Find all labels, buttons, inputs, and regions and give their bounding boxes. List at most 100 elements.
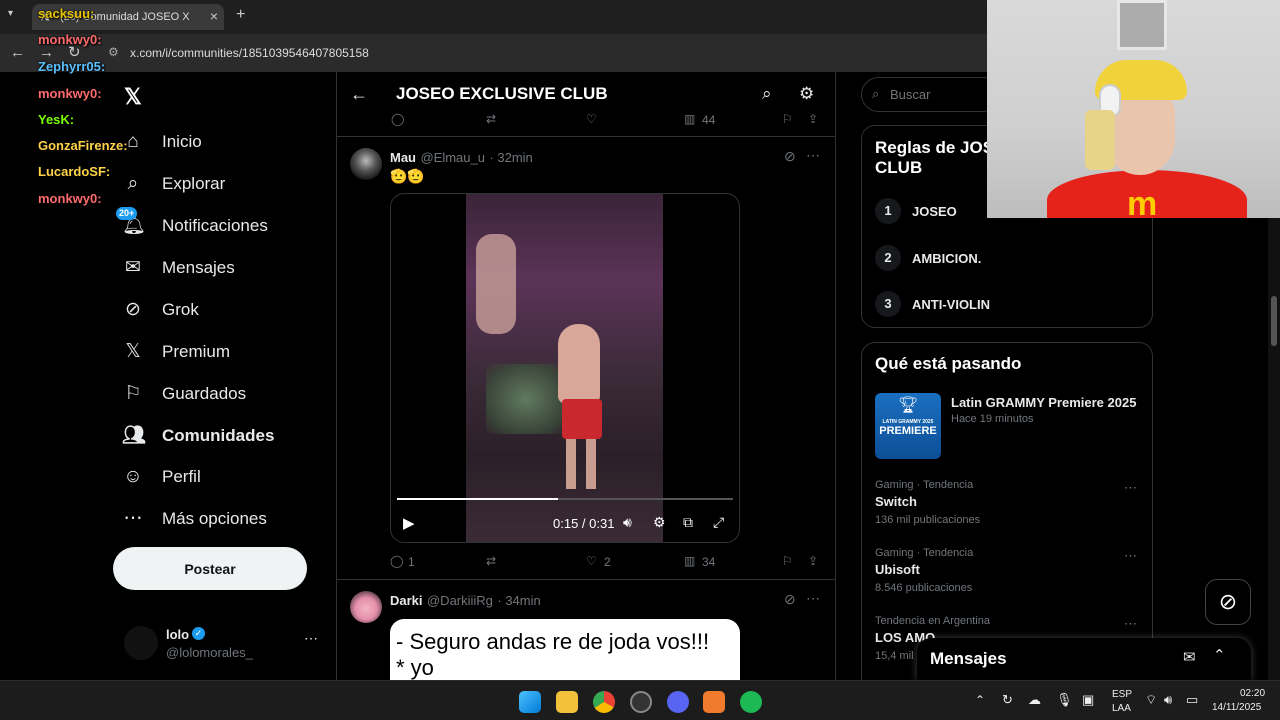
repost-icon[interactable]: ⇄ [486,554,496,568]
views-icon[interactable]: ▥ [684,554,695,568]
post-more-icon[interactable]: ⋯ [806,590,820,607]
chat-message: sacksuu: [38,6,94,21]
chrome-icon[interactable] [593,691,615,713]
clock-time[interactable]: 02:20 [1240,688,1265,699]
sidebar-item-inicio[interactable]: ⌂ Inicio [122,131,201,153]
discord-icon[interactable] [667,691,689,713]
new-tab-icon[interactable]: + [236,6,245,24]
post-time[interactable]: · 34min [497,593,540,608]
battery-icon[interactable]: ▭ [1186,692,1198,708]
volume-icon[interactable]: 🔊︎ [623,514,632,531]
play-icon[interactable]: ▶ [403,514,415,532]
share-icon[interactable]: ⇪ [808,112,818,126]
wifi-icon[interactable]: ⌔ [1145,692,1157,708]
lang-primary[interactable]: ESP [1112,689,1132,700]
post-time[interactable]: · 32min [489,150,532,165]
tab-menu-chevron-icon[interactable]: ▾ [8,8,13,19]
search-icon[interactable]: ⌕ [762,84,772,104]
clock-date[interactable]: 14/11/2025 [1212,702,1261,713]
cloud-icon[interactable]: ☁ [1028,692,1041,708]
pip-icon[interactable]: ⧉ [683,514,693,531]
tweet[interactable]: Darki @DarkiiiRg · 34min ⊘ ⋯ - Seguro an… [336,581,836,680]
chat-message: YesK: [38,112,74,127]
trend-more-icon[interactable]: ⋯ [1124,616,1137,632]
repost-icon[interactable]: ⇄ [486,112,496,126]
like-icon[interactable]: ♡ [586,112,597,126]
account-more-icon[interactable]: ⋯ [304,630,318,647]
sidebar-item-guardados[interactable]: ⚐ Guardados [122,383,246,405]
new-message-icon[interactable]: ✉ [1183,648,1196,666]
x-logo-icon[interactable]: 𝕏 [124,84,142,110]
reply-icon[interactable]: ◯ [390,554,403,568]
sidebar-item-premium[interactable]: 𝕏 Premium [122,341,230,363]
bell-icon: 🔔︎ 20+ [116,207,146,237]
sidebar-item-mas-opciones[interactable]: ⋯ Más opciones [122,508,267,530]
fullscreen-icon[interactable]: ⤢ [713,514,724,531]
trend-more-icon[interactable]: ⋯ [1124,548,1137,564]
sidebar-item-mensajes[interactable]: ✉ Mensajes [122,257,235,279]
bookmark-icon[interactable]: ⚐ [782,554,793,568]
grok-icon[interactable]: ⊘ [784,148,796,165]
sidebar-item-grok[interactable]: ⊘ Grok [122,299,199,321]
views-count: 34 [702,555,716,569]
sync-icon[interactable]: ↻ [1002,692,1013,708]
rule-text[interactable]: ANTI-VIOLIN [912,297,990,312]
bookmark-icon[interactable]: ⚐ [782,112,793,126]
share-icon[interactable]: ⇪ [808,554,818,568]
sidebar-item-comunidades[interactable]: 👥︎ Comunidades [122,425,274,447]
trend-count: 136 mil publicaciones [875,514,981,526]
chat-username: monkwy0: [38,191,102,206]
author-handle[interactable]: @DarkiiiRg [427,593,493,608]
featured-title[interactable]: Latin GRAMMY Premiere 2025 [951,395,1136,410]
display-icon[interactable]: ▣ [1082,692,1094,708]
spotify-icon[interactable] [740,691,762,713]
expand-chevron-icon[interactable]: ⌃ [1213,646,1226,664]
mic-icon[interactable]: 🎙︎ [1056,692,1073,708]
author-name[interactable]: Darki [390,593,423,608]
avatar[interactable] [350,148,382,180]
sidebar-item-perfil[interactable]: ☺ Perfil [122,466,200,488]
featured-event-thumbnail[interactable]: 🏆︎ LATIN GRAMMY 2025 PREMIERE [875,393,941,459]
post-button[interactable]: Postear [113,547,307,590]
obs-icon[interactable] [630,691,652,713]
views-icon[interactable]: ▥ [684,112,695,126]
like-icon[interactable]: ♡ [586,554,597,568]
chat-message: Zephyrr05: [38,59,105,74]
rule-text[interactable]: JOSEO [912,204,957,219]
grok-icon[interactable]: ⊘ [784,591,796,608]
settings-gear-icon[interactable]: ⚙ [799,84,814,104]
reply-icon[interactable]: ◯ [391,112,404,126]
search-input[interactable]: ⌕ Buscar [861,77,1001,112]
video-settings-icon[interactable]: ⚙ [653,514,666,531]
author-name[interactable]: Mau [390,150,416,165]
trend-more-icon[interactable]: ⋯ [1124,480,1137,496]
video-progress-bar[interactable] [397,498,733,500]
avatar[interactable] [350,591,382,623]
close-tab-icon[interactable]: × [210,8,218,24]
site-info-icon[interactable]: ⚙ [108,45,119,59]
author-handle[interactable]: @Elmau_u [420,150,485,165]
featured-time: Hace 19 minutos [951,413,1034,425]
fl-studio-icon[interactable] [703,691,725,713]
sidebar-item-label: Premium [162,342,231,361]
rule-number: 1 [875,198,901,224]
lang-secondary[interactable]: LAA [1112,703,1131,714]
url-field[interactable]: x.com/i/communities/1851039546407805158 [130,46,369,60]
grok-float-button[interactable]: ⊘ [1205,579,1251,625]
windows-start-icon[interactable] [519,691,541,713]
scrollbar-thumb[interactable] [1271,296,1277,346]
file-explorer-icon[interactable] [556,691,578,713]
tray-chevron-icon[interactable]: ⌃ [975,693,985,707]
video-player[interactable]: ▶ 0:15 / 0:31 🔊︎ ⚙ ⧉ ⤢ [390,193,740,543]
messages-drawer[interactable]: Mensajes ✉ ⌃ [917,638,1251,680]
back-arrow-icon[interactable]: ← [350,84,368,105]
volume-icon[interactable]: 🔊︎ [1164,692,1172,708]
trend-name[interactable]: Switch [875,494,917,509]
trend-name[interactable]: Ubisoft [875,562,920,577]
tweet-image[interactable]: - Seguro andas re de joda vos!!! * yo [390,619,740,680]
sidebar-item-notificaciones[interactable]: 🔔︎ 20+ Notificaciones [116,207,268,237]
post-more-icon[interactable]: ⋯ [806,147,820,164]
account-switcher[interactable]: lolo ✓ @lolomorales_ ⋯ [122,624,322,664]
rule-text[interactable]: AMBICION. [912,251,981,266]
sidebar-item-explorar[interactable]: ⌕ Explorar [122,173,226,195]
